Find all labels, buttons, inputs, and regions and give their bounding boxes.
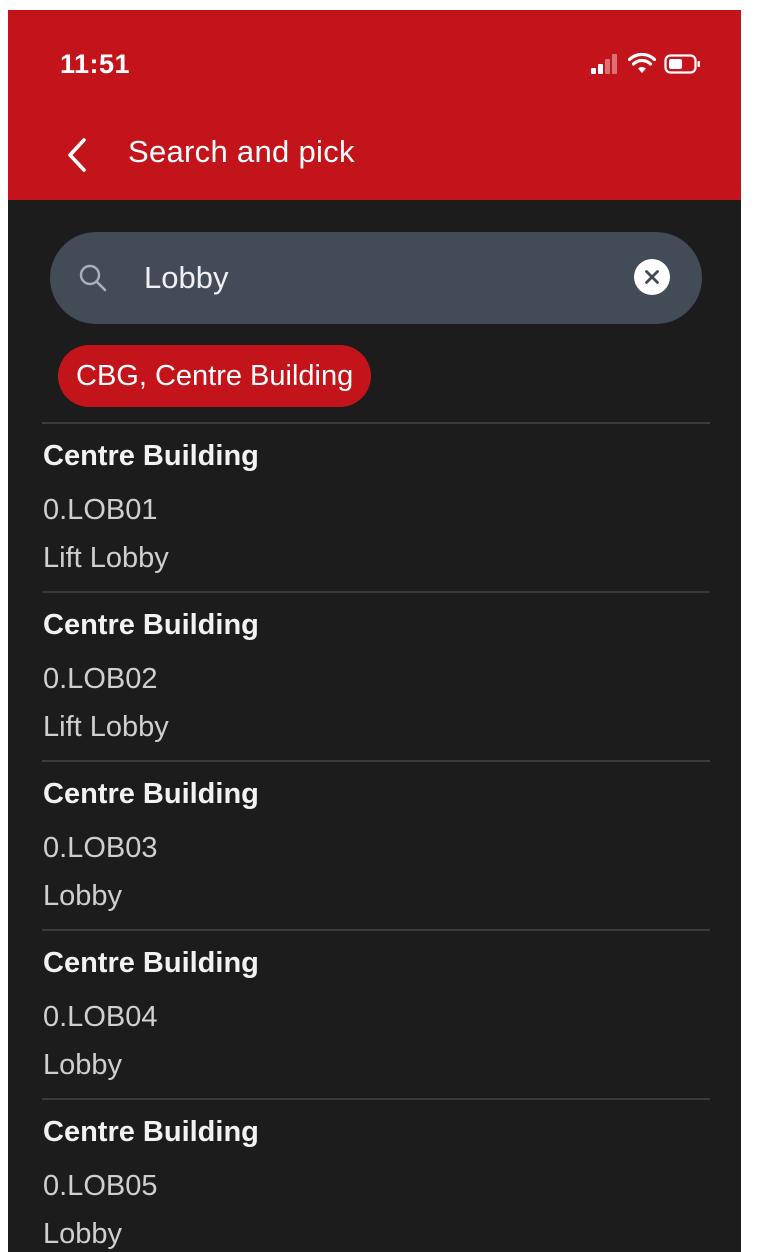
results-list: Centre Building 0.LOB01 Lift Lobby Centr…: [8, 422, 741, 1252]
window-frame-right: [741, 0, 763, 1252]
row-divider: [42, 1098, 710, 1100]
result-row[interactable]: Centre Building 0.LOB04 Lobby: [8, 929, 741, 1098]
result-name: Lobby: [43, 1049, 123, 1081]
result-code: 0.LOB05: [43, 1170, 158, 1202]
result-row[interactable]: Centre Building 0.LOB01 Lift Lobby: [8, 422, 741, 591]
result-name: Lift Lobby: [43, 542, 169, 574]
result-building: Centre Building: [43, 947, 259, 979]
page-title: Search and pick: [128, 134, 355, 169]
app-header: 11:51 Search and pick: [8, 10, 741, 200]
back-button[interactable]: [56, 128, 100, 182]
search-input[interactable]: [144, 254, 614, 302]
signal-icon: [591, 54, 617, 74]
clear-icon: [645, 270, 659, 284]
chevron-left-icon: [68, 138, 86, 172]
result-code: 0.LOB01: [43, 494, 158, 526]
row-divider: [42, 422, 710, 424]
battery-icon: [664, 54, 700, 74]
search-bar: [50, 232, 702, 324]
result-name: Lobby: [43, 880, 123, 912]
result-code: 0.LOB02: [43, 663, 158, 695]
building-filter-chip[interactable]: CBG, Centre Building: [58, 345, 372, 407]
result-name: Lift Lobby: [43, 711, 169, 743]
row-divider: [42, 760, 710, 762]
result-row[interactable]: Centre Building 0.LOB03 Lobby: [8, 760, 741, 929]
result-building: Centre Building: [43, 609, 259, 641]
result-building: Centre Building: [43, 1116, 259, 1148]
status-icons: [590, 52, 702, 76]
window-frame-top: [0, 0, 763, 10]
status-time: 11:51: [60, 49, 131, 79]
result-building: Centre Building: [43, 440, 259, 472]
wifi-icon: [628, 53, 656, 73]
search-icon: [79, 264, 107, 292]
result-row[interactable]: Centre Building 0.LOB02 Lift Lobby: [8, 591, 741, 760]
result-code: 0.LOB04: [43, 1001, 158, 1033]
result-name: Lobby: [43, 1218, 123, 1250]
result-building: Centre Building: [43, 778, 259, 810]
row-divider: [42, 929, 710, 931]
result-row[interactable]: Centre Building 0.LOB05 Lobby: [8, 1098, 741, 1252]
app-screen: 11:51 Search and pick Lobby CBG, Centre …: [8, 10, 741, 1252]
row-divider: [42, 591, 710, 593]
window-frame-left: [0, 0, 8, 1252]
clear-search-button[interactable]: [634, 259, 670, 295]
result-code: 0.LOB03: [43, 832, 158, 864]
